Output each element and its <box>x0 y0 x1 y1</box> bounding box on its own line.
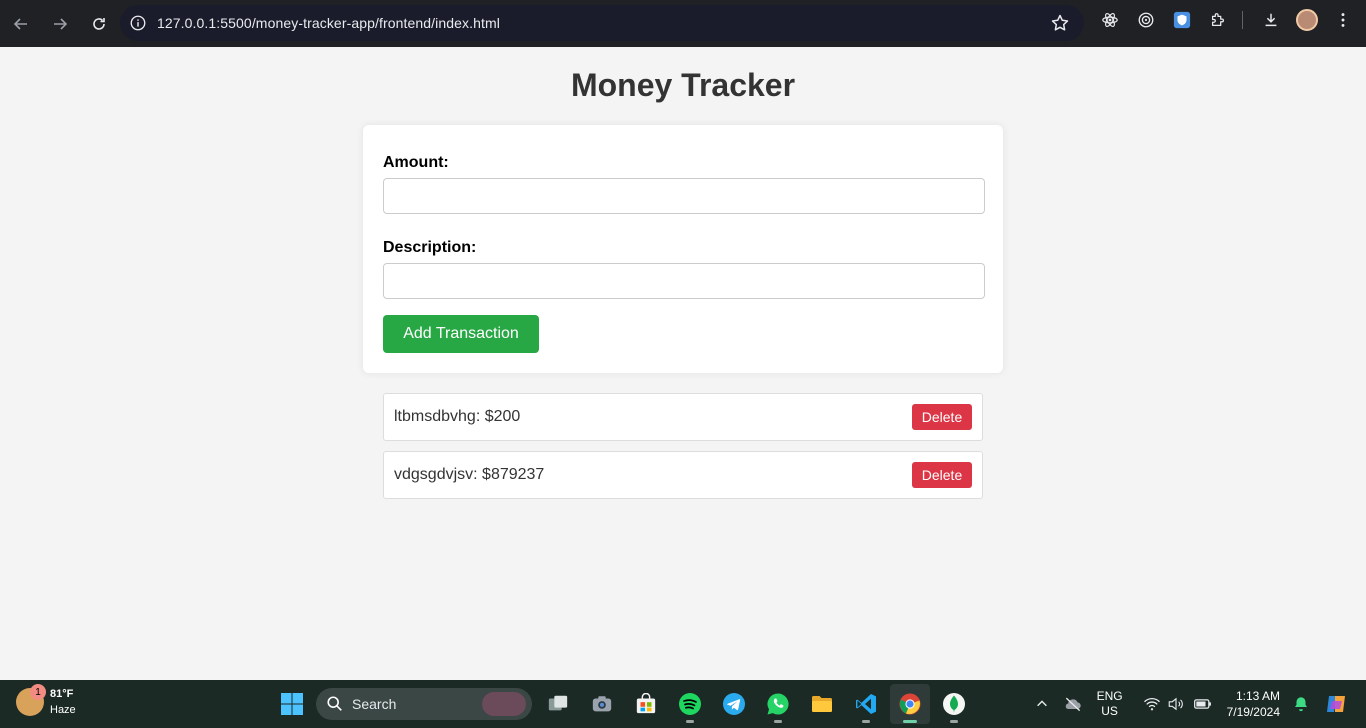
keyboard-region: US <box>1101 704 1118 718</box>
search-highlight-image <box>482 692 526 716</box>
react-devtools-icon[interactable] <box>1098 8 1122 32</box>
whatsapp-icon <box>767 693 789 715</box>
clock-date: 7/19/2024 <box>1226 705 1280 719</box>
download-icon[interactable] <box>1259 8 1283 32</box>
arrow-left-icon <box>13 17 27 30</box>
copilot-icon[interactable] <box>1324 692 1348 716</box>
whatsapp-app[interactable] <box>758 684 798 724</box>
amount-input[interactable] <box>383 178 985 214</box>
puzzle-extensions-icon[interactable] <box>1206 8 1230 32</box>
toolbar-separator <box>1242 11 1243 29</box>
store-icon <box>636 693 656 714</box>
add-transaction-button[interactable]: Add Transaction <box>383 315 539 353</box>
chevron-up-icon <box>1036 700 1047 707</box>
language-indicator[interactable]: ENG US <box>1097 689 1123 719</box>
spotify-app[interactable] <box>670 684 710 724</box>
language-code: ENG <box>1096 689 1123 703</box>
weather-temp: 81°F <box>50 688 74 700</box>
reload-button[interactable] <box>81 6 117 42</box>
chrome-icon <box>899 693 921 715</box>
transaction-list: ltbmsdbvhg: $200 Delete vdgsgdvjsv: $879… <box>383 393 983 509</box>
show-hidden-icons-button[interactable] <box>1035 697 1049 711</box>
camera-icon <box>592 696 612 712</box>
search-icon <box>327 696 342 711</box>
forward-button[interactable] <box>42 6 78 42</box>
windows-start-icon <box>281 693 303 715</box>
taskbar-apps: Search <box>272 684 978 724</box>
search-placeholder: Search <box>352 696 397 712</box>
chrome-app[interactable] <box>890 684 930 724</box>
delete-button[interactable]: Delete <box>912 462 972 488</box>
site-info-icon[interactable] <box>128 13 148 33</box>
file-explorer-app[interactable] <box>802 684 842 724</box>
amount-label: Amount: <box>383 154 449 171</box>
transaction-text: vdgsgdvjsv: $879237 <box>394 466 545 483</box>
weather-widget[interactable]: 1 81°F Haze <box>16 684 76 718</box>
mongodb-leaf-icon <box>943 693 965 715</box>
page-content: Money Tracker Amount: Description: Add T… <box>0 47 1366 680</box>
spotify-icon <box>679 693 701 715</box>
taskbar-search[interactable]: Search <box>316 688 532 720</box>
profile-avatar[interactable] <box>1295 8 1319 32</box>
url-text: 127.0.0.1:5500/money-tracker-app/fronten… <box>157 15 500 31</box>
notification-bell-icon[interactable] <box>1292 695 1310 713</box>
weather-icon: 1 <box>16 684 46 716</box>
camera-app[interactable] <box>582 684 622 724</box>
task-view-icon <box>548 695 568 711</box>
transaction-text: ltbmsdbvhg: $200 <box>394 408 521 425</box>
vscode-app[interactable] <box>846 684 886 724</box>
store-app[interactable] <box>626 684 666 724</box>
onedrive-offline-icon[interactable] <box>1063 694 1083 714</box>
taskbar: 1 81°F Haze Search ENG US 1:13 AM 7/19/2… <box>0 680 1366 728</box>
folder-icon <box>812 696 832 712</box>
description-input[interactable] <box>383 263 985 299</box>
telegram-icon <box>723 693 745 715</box>
transaction-form: Amount: Description: Add Transaction <box>363 125 1003 373</box>
notification-badge: 1 <box>30 684 46 700</box>
weather-condition: Haze <box>50 704 76 716</box>
bookmark-star-icon[interactable] <box>1050 13 1070 33</box>
clock[interactable]: 1:13 AM 7/19/2024 <box>1227 688 1280 720</box>
address-bar[interactable]: 127.0.0.1:5500/money-tracker-app/fronten… <box>120 5 1084 41</box>
telegram-app[interactable] <box>714 684 754 724</box>
browser-toolbar: 127.0.0.1:5500/money-tracker-app/fronten… <box>0 0 1366 47</box>
page-title: Money Tracker <box>570 67 796 103</box>
mongodb-compass-app[interactable] <box>934 684 974 724</box>
shield-extension-icon[interactable] <box>1170 8 1194 32</box>
transaction-item: ltbmsdbvhg: $200 Delete <box>383 393 983 441</box>
description-label: Description: <box>383 239 477 256</box>
clock-time: 1:13 AM <box>1235 689 1280 703</box>
start-button[interactable] <box>272 684 312 724</box>
vscode-icon <box>856 694 876 714</box>
battery-icon[interactable] <box>1193 694 1213 714</box>
delete-button[interactable]: Delete <box>912 404 972 430</box>
transaction-item: vdgsgdvjsv: $879237 Delete <box>383 451 983 499</box>
system-tray: ENG US 1:13 AM 7/19/2024 <box>1035 680 1366 728</box>
menu-kebab-icon[interactable] <box>1331 8 1355 32</box>
wifi-icon[interactable] <box>1143 695 1161 713</box>
back-button[interactable] <box>3 6 39 42</box>
arrow-right-icon <box>54 17 68 30</box>
target-extension-icon[interactable] <box>1134 8 1158 32</box>
extensions-area <box>1098 8 1366 32</box>
volume-icon[interactable] <box>1167 695 1185 713</box>
task-view-button[interactable] <box>538 684 578 724</box>
reload-icon <box>93 17 105 30</box>
